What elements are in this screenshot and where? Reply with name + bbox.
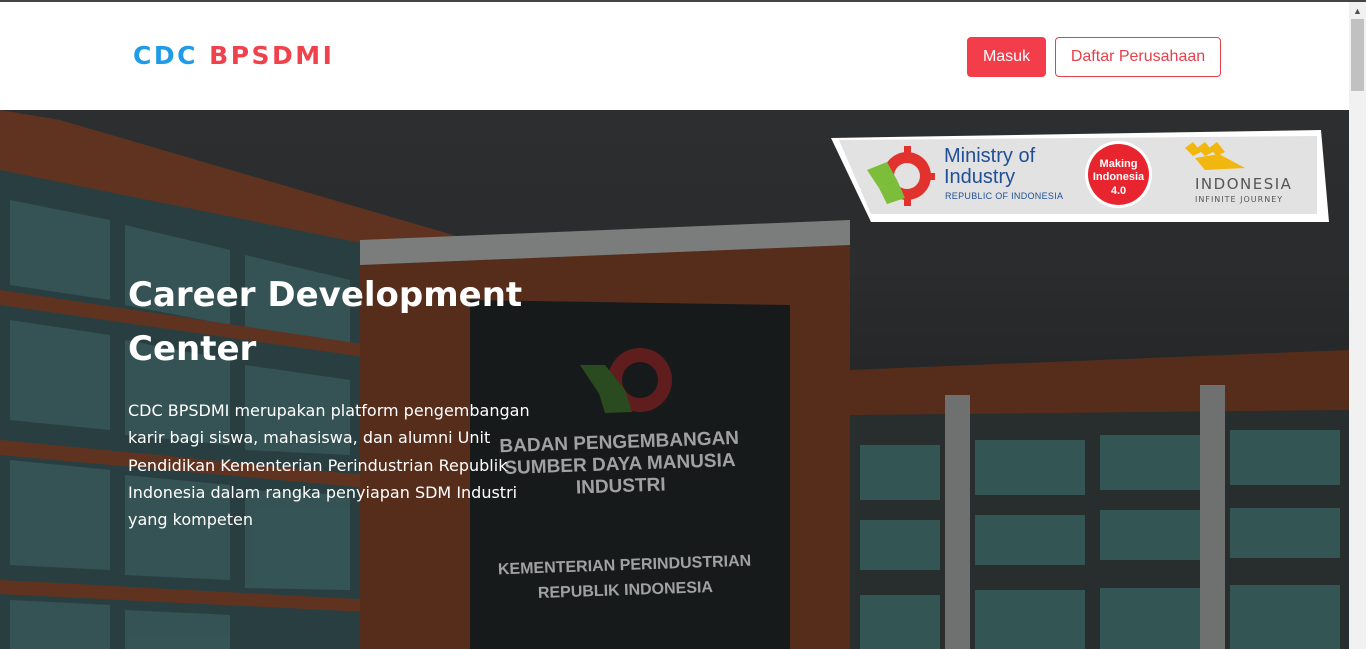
ministry-title-line2: Industry bbox=[944, 166, 1016, 188]
hero-section: BADAN PENGEMBANGAN SUMBER DAYA MANUSIA I… bbox=[0, 110, 1349, 649]
partner-logo-banner: Ministry of Industry REPUBLIC OF INDONES… bbox=[831, 130, 1329, 222]
scroll-up-arrow-icon[interactable]: ▲ bbox=[1349, 2, 1366, 19]
making-indonesia-badge-icon: Making Indonesia 4.0 bbox=[1085, 141, 1152, 208]
hero-description: CDC BPSDMI merupakan platform pengembang… bbox=[128, 401, 530, 530]
page-scrollbar[interactable] bbox=[1349, 2, 1366, 649]
building-sign-bottom: KEMENTERIAN PERINDUSTRIAN REPUBLIK INDON… bbox=[489, 548, 761, 607]
ministry-subtitle: REPUBLIC OF INDONESIA bbox=[945, 191, 1064, 201]
brand-part-cdc: CDC bbox=[133, 41, 198, 70]
making-line1: Making bbox=[1099, 158, 1138, 170]
hero-title: Career Development Center bbox=[128, 275, 523, 369]
indonesia-subtitle: INFINITE JOURNEY bbox=[1195, 195, 1284, 204]
making-line2: Indonesia bbox=[1092, 171, 1145, 183]
brand-logo[interactable]: CDC BPSDMI bbox=[133, 42, 335, 70]
ministry-gear-logo-icon bbox=[867, 146, 935, 206]
scrollbar-thumb[interactable] bbox=[1351, 19, 1364, 91]
brand-part-bpsdmi: BPSDMI bbox=[209, 41, 335, 70]
ministry-title: Ministry of Industry bbox=[944, 146, 1035, 188]
register-company-button[interactable]: Daftar Perusahaan bbox=[1055, 37, 1221, 77]
ministry-title-line1: Ministry of bbox=[944, 145, 1036, 167]
wonderful-indonesia-logo-icon bbox=[1185, 142, 1245, 170]
indonesia-word: INDONESIA bbox=[1195, 175, 1293, 193]
making-line3: 4.0 bbox=[1110, 185, 1127, 197]
navbar: CDC BPSDMI Masuk Daftar Perusahaan bbox=[0, 2, 1349, 110]
login-button[interactable]: Masuk bbox=[967, 37, 1046, 77]
